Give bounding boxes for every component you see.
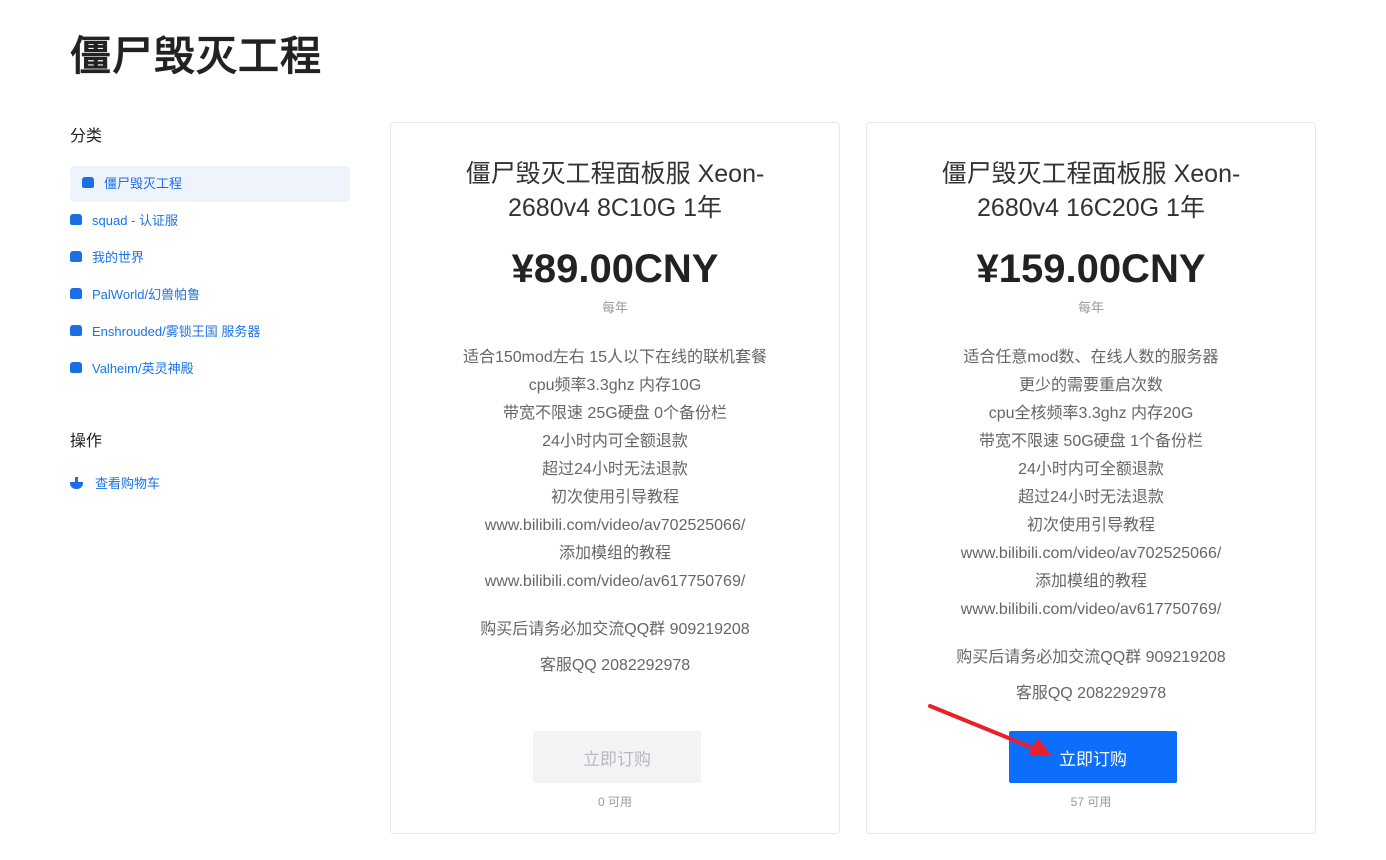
sidebar-item-squad[interactable]: squad - 认证服 xyxy=(70,203,350,239)
sidebar-item-label: 我的世界 xyxy=(92,250,145,265)
sidebar-item-label: 僵尸毁灭工程 xyxy=(104,176,183,191)
description-line: 添加模组的教程 xyxy=(1034,573,1147,590)
sidebar-item-label: PalWorld/幻兽帕鲁 xyxy=(92,287,201,302)
description-line: 超过24小时无法退款 xyxy=(542,461,688,478)
view-cart-label: 查看购物车 xyxy=(95,476,161,491)
availability-count: 0 可用 xyxy=(597,795,632,809)
sidebar: 分类 僵尸毁灭工程 squad - 认证服 我的世界 PalWorld/幻兽帕鲁… xyxy=(70,122,350,492)
order-now-button[interactable]: 立即订购 xyxy=(533,731,701,783)
product-price: ¥159.00CNY xyxy=(976,247,1206,291)
sidebar-item-enshrouded[interactable]: Enshrouded/雾锁王国 服务器 xyxy=(70,314,350,350)
page-title: 僵尸毁灭工程 xyxy=(70,33,322,79)
description-line: 带宽不限速 25G硬盘 0个备份栏 xyxy=(502,405,728,422)
actions-heading: 操作 xyxy=(70,433,103,450)
description-line: cpu全核频率3.3ghz 内存20G xyxy=(988,405,1194,422)
product-card: 僵尸毁灭工程面板服 Xeon-2680v4 16C20G 1年 ¥159.00C… xyxy=(866,122,1316,834)
product-title: 僵尸毁灭工程面板服 Xeon-2680v4 8C10G 1年 xyxy=(465,160,765,222)
product-description: 适合任意mod数、在线人数的服务器 更少的需要重启次数 cpu全核频率3.3gh… xyxy=(867,344,1315,624)
sidebar-item-minecraft[interactable]: 我的世界 xyxy=(70,240,350,276)
description-line: 超过24小时无法退款 xyxy=(1018,489,1164,506)
product-card: 僵尸毁灭工程面板服 Xeon-2680v4 8C10G 1年 ¥89.00CNY… xyxy=(390,122,840,834)
description-line: 24小时内可全额退款 xyxy=(542,433,688,450)
description-line: 24小时内可全额退款 xyxy=(1018,461,1164,478)
description-line: 添加模组的教程 xyxy=(558,545,671,562)
box-icon xyxy=(70,325,82,337)
description-line: 初次使用引导教程 xyxy=(1026,517,1155,534)
sidebar-item-palworld[interactable]: PalWorld/幻兽帕鲁 xyxy=(70,277,350,313)
categories-heading: 分类 xyxy=(70,128,103,145)
availability-count: 57 可用 xyxy=(1070,795,1112,809)
box-icon xyxy=(70,214,82,226)
sidebar-item-label: squad - 认证服 xyxy=(92,213,178,228)
qq-group-note: 购买后请务必加交流QQ群 909219208 xyxy=(956,649,1226,666)
product-title: 僵尸毁灭工程面板服 Xeon-2680v4 16C20G 1年 xyxy=(941,160,1241,222)
product-description: 适合150mod左右 15人以下在线的联机套餐 cpu频率3.3ghz 内存10… xyxy=(391,344,839,596)
sidebar-item-valheim[interactable]: Valheim/英灵神殿 xyxy=(70,351,350,387)
description-line: 适合任意mod数、在线人数的服务器 xyxy=(963,349,1219,366)
description-line: www.bilibili.com/video/av617750769/ xyxy=(484,573,746,590)
box-icon xyxy=(70,362,82,374)
basket-icon xyxy=(70,476,83,489)
description-line: cpu频率3.3ghz 内存10G xyxy=(528,377,702,394)
billing-cycle: 每年 xyxy=(601,300,628,315)
support-qq-note: 客服QQ 2082292978 xyxy=(539,657,691,674)
order-now-button[interactable]: 立即订购 xyxy=(1009,731,1177,783)
description-line: 带宽不限速 50G硬盘 1个备份栏 xyxy=(978,433,1204,450)
billing-cycle: 每年 xyxy=(1077,300,1104,315)
description-line: 初次使用引导教程 xyxy=(550,489,679,506)
sidebar-item-project-zomboid[interactable]: 僵尸毁灭工程 xyxy=(70,166,350,202)
qq-group-note: 购买后请务必加交流QQ群 909219208 xyxy=(480,621,750,638)
support-qq-note: 客服QQ 2082292978 xyxy=(1015,685,1167,702)
description-line: 更少的需要重启次数 xyxy=(1018,377,1163,394)
sidebar-item-label: Enshrouded/雾锁王国 服务器 xyxy=(92,324,261,339)
category-list: 僵尸毁灭工程 squad - 认证服 我的世界 PalWorld/幻兽帕鲁 En… xyxy=(70,166,350,387)
description-line: www.bilibili.com/video/av617750769/ xyxy=(960,601,1222,618)
description-line: www.bilibili.com/video/av702525066/ xyxy=(960,545,1222,562)
sidebar-item-label: Valheim/英灵神殿 xyxy=(92,361,194,376)
box-icon xyxy=(82,177,94,189)
product-price: ¥89.00CNY xyxy=(511,247,719,291)
box-icon xyxy=(70,251,82,263)
box-icon xyxy=(70,288,82,300)
description-line: www.bilibili.com/video/av702525066/ xyxy=(484,517,746,534)
view-cart-link[interactable]: 查看购物车 xyxy=(70,473,350,492)
description-line: 适合150mod左右 15人以下在线的联机套餐 xyxy=(462,349,768,366)
